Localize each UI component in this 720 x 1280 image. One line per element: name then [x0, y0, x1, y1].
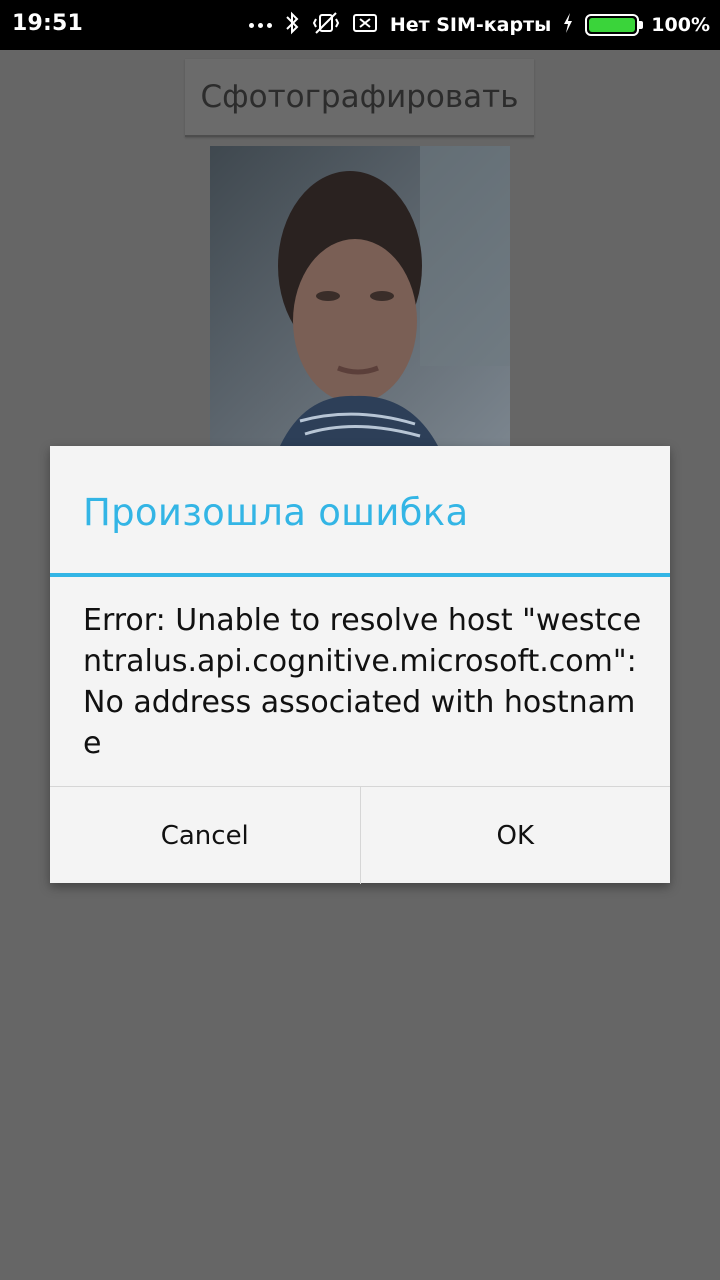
cancel-button[interactable]: Cancel	[50, 787, 360, 884]
error-dialog: Произошла ошибка Error: Unable to resolv…	[50, 446, 670, 884]
take-photo-button[interactable]: Сфотографировать	[185, 59, 534, 137]
dialog-message: Error: Unable to resolve host "westcentr…	[83, 603, 642, 761]
sim-blocked-icon	[352, 12, 378, 39]
status-time: 19:51	[12, 11, 84, 36]
battery-percent: 100%	[651, 14, 710, 36]
status-bar: 19:51 Нет SIM-карты 100%	[0, 0, 720, 50]
charging-icon	[563, 12, 573, 38]
dialog-title-divider	[50, 573, 670, 577]
captured-photo	[210, 146, 510, 446]
dialog-button-bar: Cancel OK	[50, 786, 670, 884]
vibrate-off-icon	[312, 11, 340, 40]
ok-button[interactable]: OK	[359, 787, 671, 884]
carrier-label: Нет SIM-карты	[389, 14, 552, 36]
bluetooth-icon	[284, 11, 300, 40]
more-dots-icon	[248, 22, 272, 28]
battery-fill	[589, 18, 636, 32]
status-icons: Нет SIM-карты 100%	[248, 0, 710, 50]
dialog-title: Произошла ошибка	[83, 491, 469, 534]
portrait-image	[210, 146, 510, 446]
battery-icon	[585, 14, 644, 36]
